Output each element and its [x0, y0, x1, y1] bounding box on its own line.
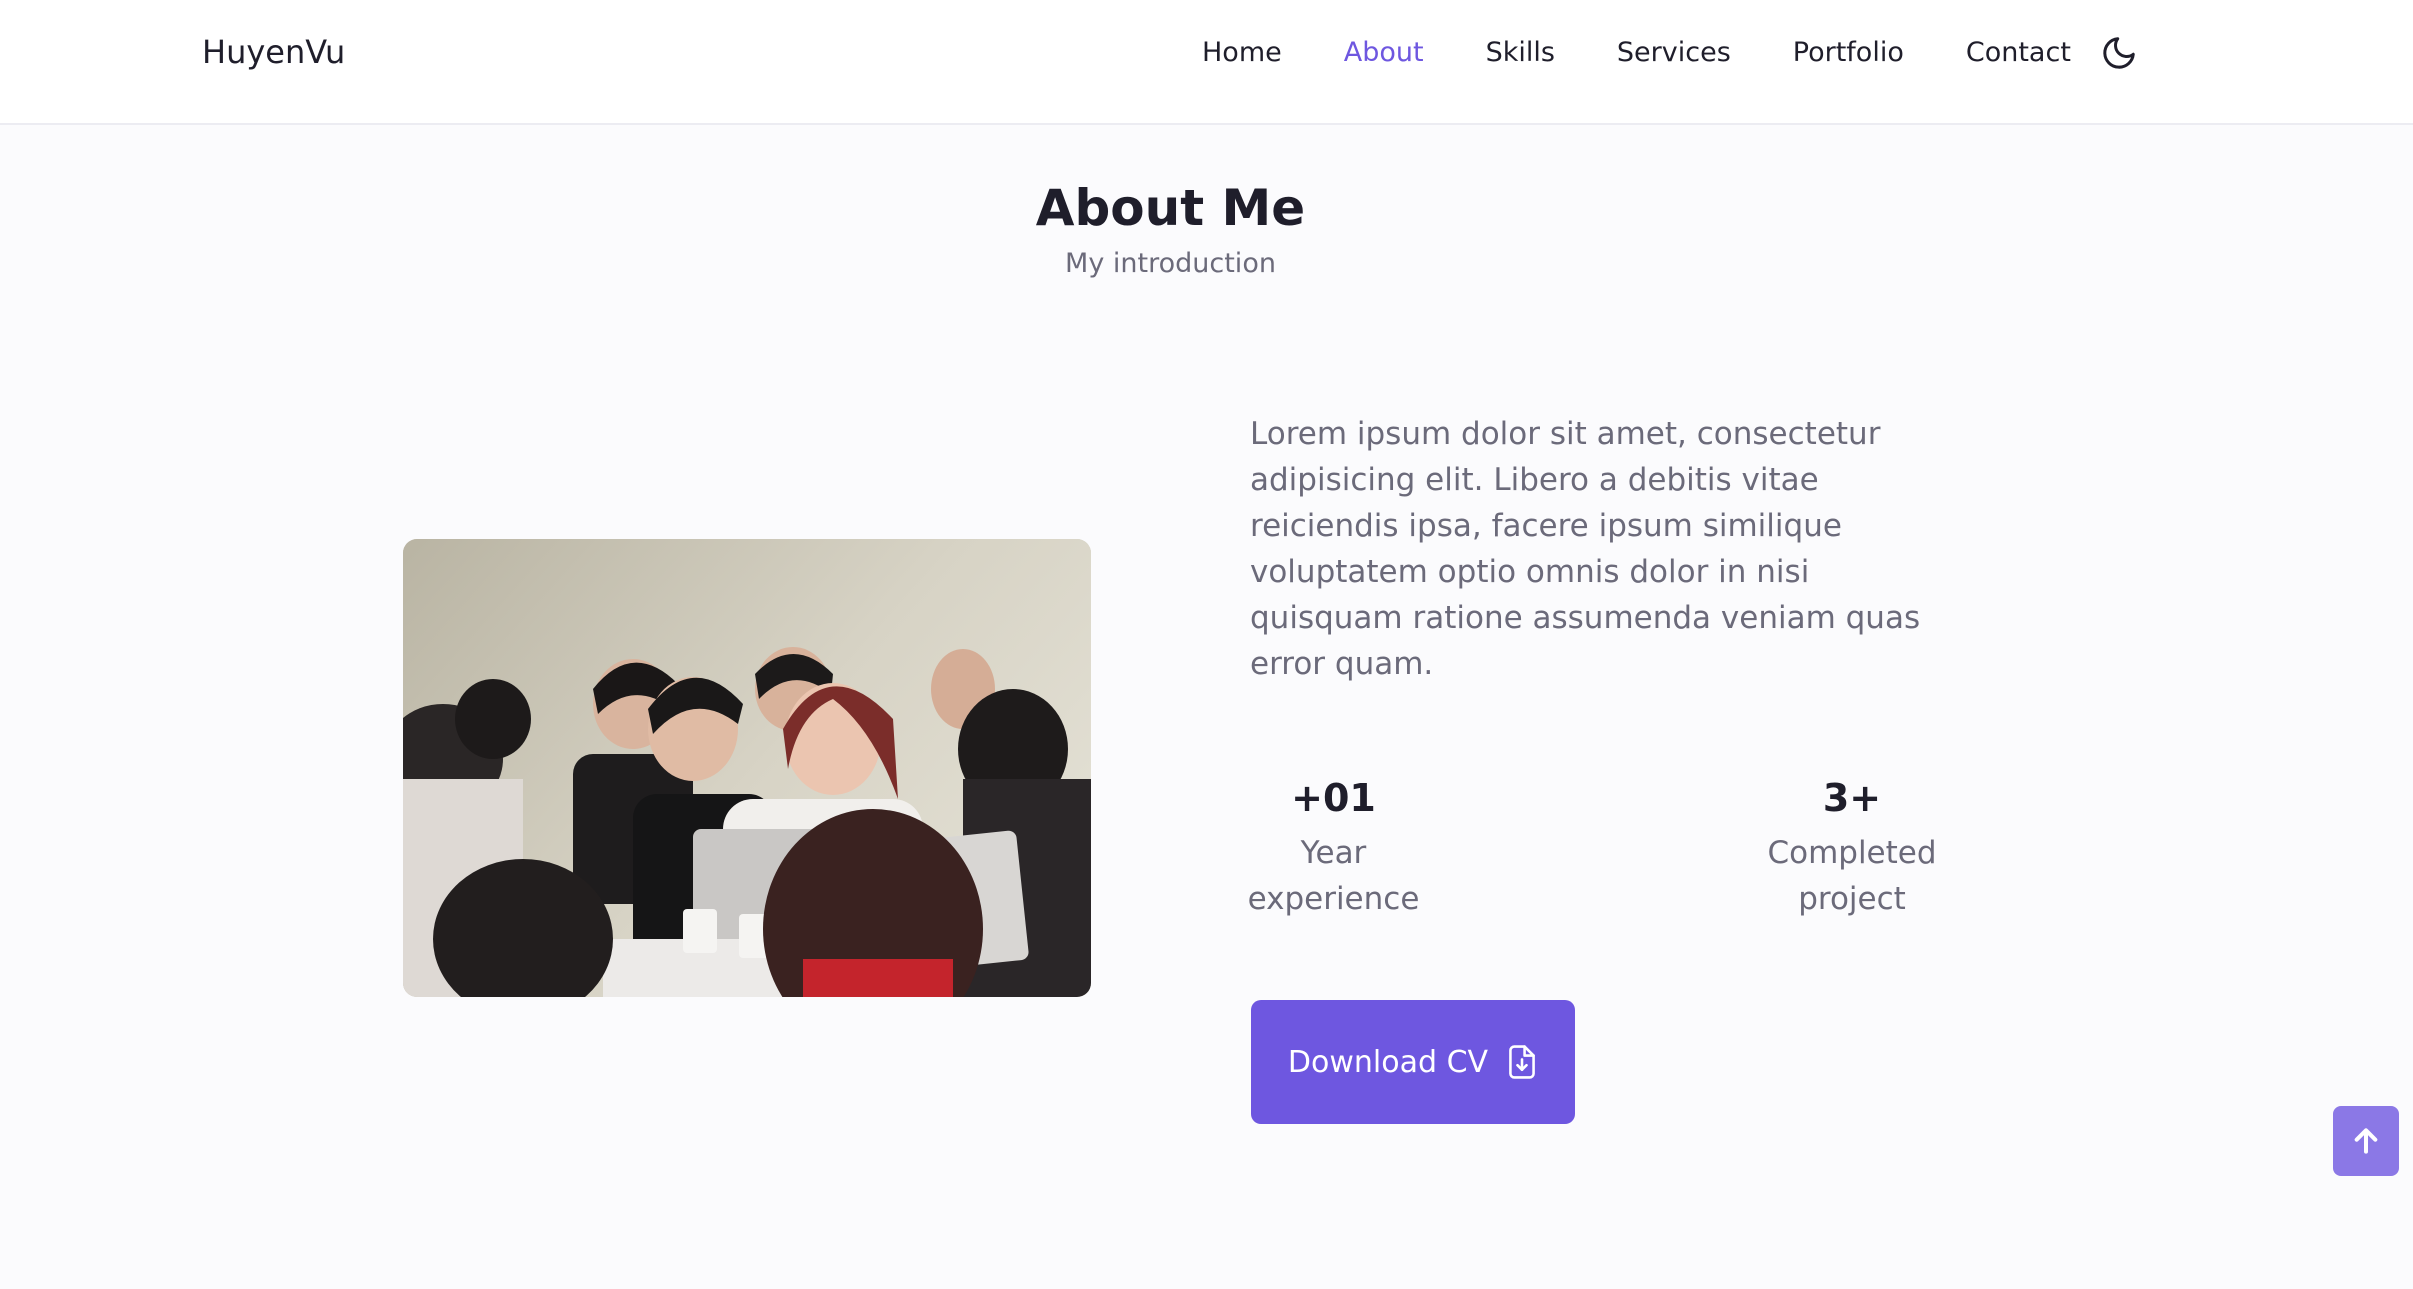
arrow-up-icon: [2350, 1125, 2382, 1157]
nav-portfolio[interactable]: Portfolio: [1793, 32, 1904, 74]
nav-skills[interactable]: Skills: [1486, 32, 1555, 74]
stat-label-line: project: [1798, 881, 1906, 917]
stat-value: 3+: [1822, 776, 1882, 820]
site-header: HuyenVu Home About Skills Services Portf…: [0, 0, 2413, 125]
stat-label-line: experience: [1247, 881, 1420, 917]
nav-about[interactable]: About: [1344, 32, 1424, 74]
stat-projects: 3+ Completed project: [1752, 772, 1952, 922]
stat-label-line: Completed: [1767, 835, 1937, 871]
nav-contact[interactable]: Contact: [1966, 32, 2071, 74]
scroll-up-button[interactable]: [2333, 1106, 2399, 1176]
stat-experience: +01 Year experience: [1246, 772, 1421, 922]
download-cv-label: Download CV: [1287, 1044, 1489, 1080]
nav-services[interactable]: Services: [1617, 32, 1731, 74]
download-cv-button[interactable]: Download CV: [1251, 1000, 1575, 1124]
main-nav: Home About Skills Services Portfolio Con…: [1202, 32, 2133, 74]
nav-home[interactable]: Home: [1202, 32, 1282, 74]
stat-label-line: Year: [1300, 835, 1367, 871]
stat-label: Completed project: [1752, 830, 1952, 922]
about-photo: [403, 539, 1091, 997]
section-title: About Me: [1035, 179, 1306, 237]
file-download-icon: [1506, 1044, 1538, 1080]
about-description: Lorem ipsum dolor sit amet, consectetur …: [1250, 416, 1921, 682]
section-subtitle: My introduction: [1065, 248, 1276, 279]
stat-label: Year experience: [1246, 830, 1421, 922]
logo[interactable]: HuyenVu: [202, 32, 345, 72]
moon-icon[interactable]: [2100, 34, 2138, 72]
stat-value: +01: [1291, 776, 1376, 820]
